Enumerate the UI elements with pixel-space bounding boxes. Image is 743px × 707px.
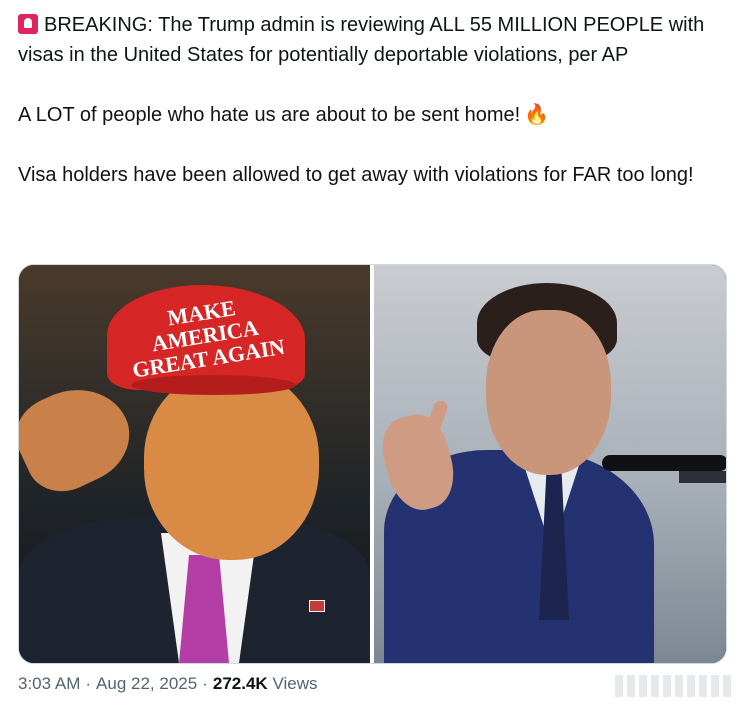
meta-separator-1: · [85, 674, 92, 693]
fire-icon: 🔥 [524, 104, 550, 126]
tweet-text: BREAKING: The Trump admin is reviewing A… [18, 10, 718, 220]
tweet-paragraph-2-text: A LOT of people who hate us are about to… [18, 104, 521, 126]
photo-right[interactable] [374, 265, 726, 663]
flag-pin-icon [309, 600, 325, 612]
tweet-paragraph-1: BREAKING: The Trump admin is reviewing A… [18, 10, 718, 70]
tweet-paragraph-1-text: BREAKING: The Trump admin is reviewing A… [18, 14, 705, 66]
views-label: Views [272, 674, 318, 693]
meta-separator-2: · [202, 674, 208, 693]
tweet-paragraph-2: A LOT of people who hate us are about to… [18, 100, 718, 130]
tweet-paragraph-3: Visa holders have been allowed to get aw… [18, 160, 718, 190]
tweet-paragraph-3-text: Visa holders have been allowed to get aw… [18, 164, 694, 186]
microphone-stand [679, 471, 726, 483]
tweet-media[interactable]: MAKE AMERICA GREAT AGAIN [18, 264, 727, 664]
microphone-icon [602, 455, 726, 471]
watermark [615, 675, 735, 697]
tweet-card: BREAKING: The Trump admin is reviewing A… [0, 0, 743, 707]
siren-icon [18, 14, 38, 34]
views-count: 272.4K [212, 674, 268, 693]
saluting-hand [19, 371, 144, 504]
photo-left[interactable]: MAKE AMERICA GREAT AGAIN [19, 265, 370, 663]
face-right [486, 310, 611, 475]
tweet-meta: 3:03 AM · Aug 22, 2025 · 272.4K Views [18, 673, 317, 695]
face-left [144, 370, 319, 560]
tweet-date[interactable]: Aug 22, 2025 [96, 674, 197, 693]
tweet-time[interactable]: 3:03 AM [18, 674, 80, 693]
